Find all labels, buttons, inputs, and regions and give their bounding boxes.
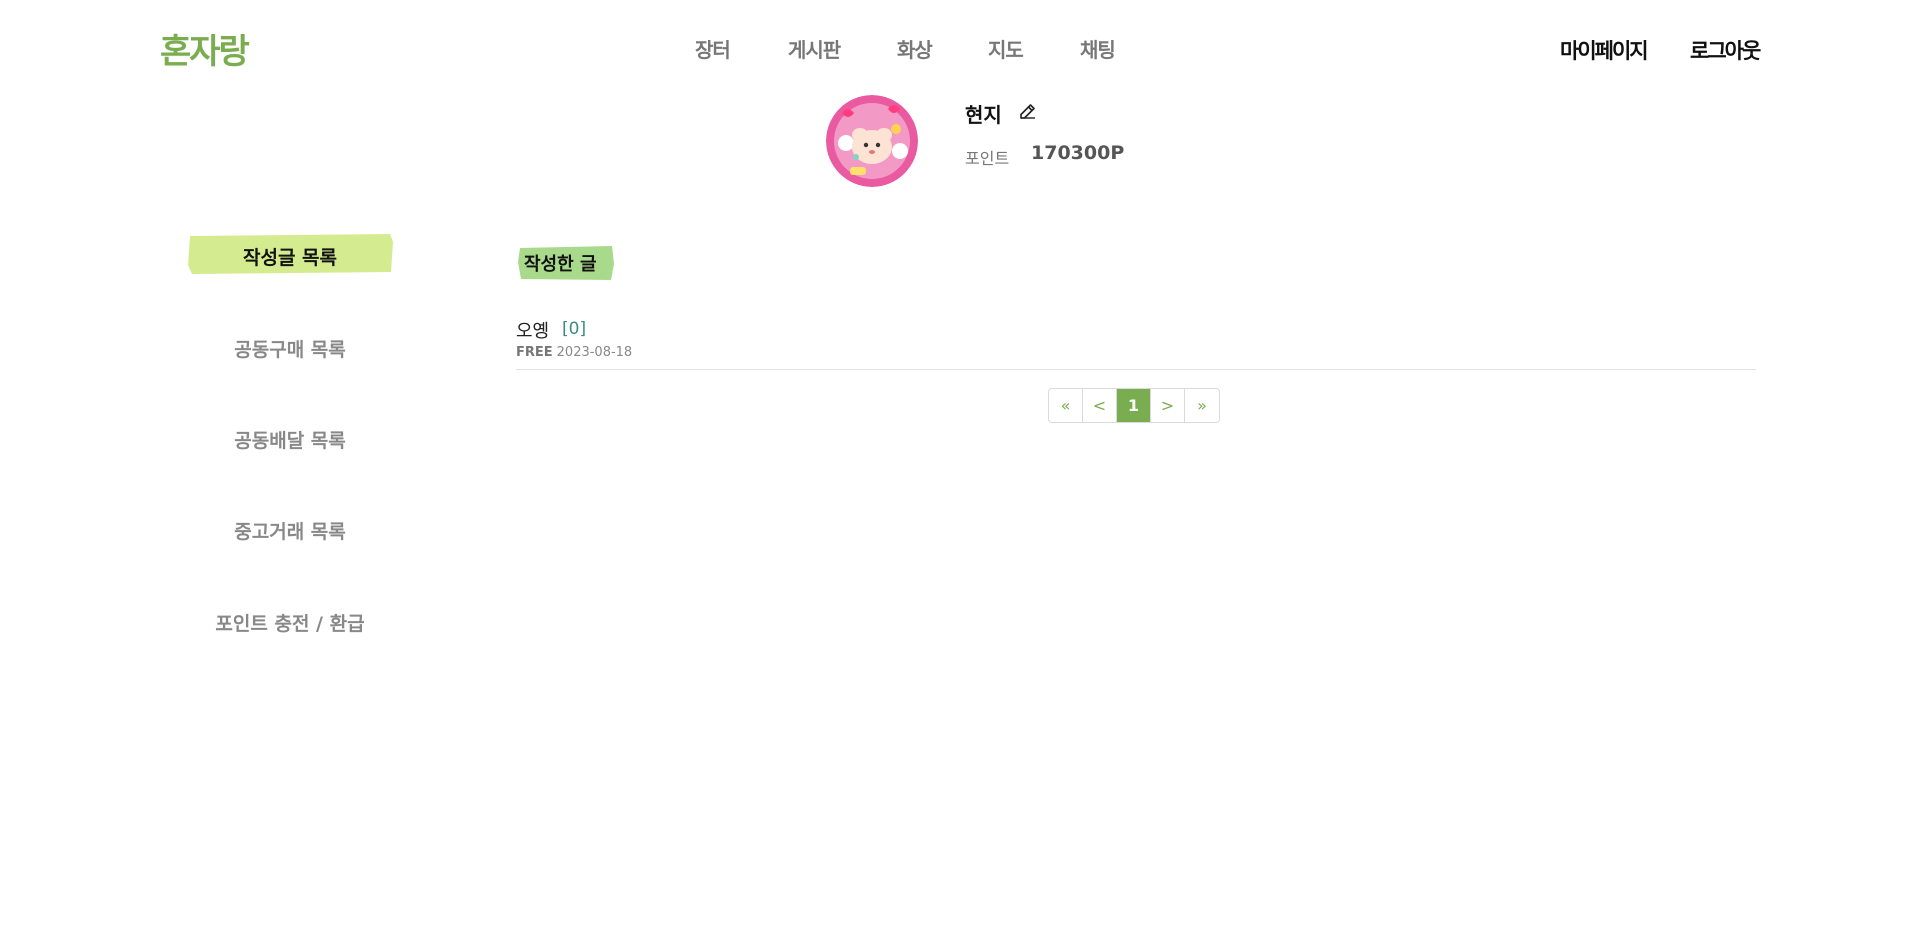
post-category: FREE (516, 345, 553, 360)
profile-avatar[interactable] (826, 95, 918, 187)
logout-link[interactable]: 로그아웃 (1690, 35, 1761, 65)
post-row[interactable]: 오옝 [0] FREE 2023-08-18 (516, 315, 1756, 370)
profile-name: 현지 (965, 103, 1002, 127)
sidebar-item-group-buy[interactable]: 공동구매 목록 (190, 335, 390, 362)
site-logo[interactable]: 혼자랑 (160, 24, 250, 73)
page-last-button[interactable]: » (1185, 389, 1219, 422)
pagination: « < 1 > » (1048, 388, 1220, 423)
sidebar-item-my-posts[interactable]: 작성글 목록 (190, 243, 390, 270)
nav-map[interactable]: 지도 (988, 34, 1024, 63)
avatar-image (826, 95, 918, 187)
point-value: 170300P (1031, 142, 1125, 164)
nav-video[interactable]: 화상 (897, 34, 933, 63)
edit-profile-icon[interactable] (1018, 101, 1038, 121)
page-first-button[interactable]: « (1049, 389, 1083, 422)
mypage-link[interactable]: 마이페이지 (1560, 35, 1649, 65)
sidebar-item-point-charge[interactable]: 포인트 충전 / 환급 (190, 609, 390, 636)
nav-board[interactable]: 게시판 (788, 34, 841, 63)
post-title[interactable]: 오옝 (516, 317, 549, 343)
page-current-button[interactable]: 1 (1117, 389, 1151, 422)
nav-chat[interactable]: 채팅 (1080, 34, 1116, 63)
page-next-button[interactable]: > (1151, 389, 1185, 422)
sidebar-item-group-delivery[interactable]: 공동배달 목록 (190, 426, 390, 453)
page-prev-button[interactable]: < (1083, 389, 1117, 422)
post-date: 2023-08-18 (556, 345, 633, 360)
point-label: 포인트 (965, 149, 1010, 168)
sidebar-item-used-trade[interactable]: 중고거래 목록 (190, 517, 390, 544)
section-title: 작성한 글 (524, 254, 597, 275)
post-comment-count[interactable]: [0] (562, 319, 586, 339)
nav-market[interactable]: 장터 (695, 34, 731, 63)
post-meta: FREE 2023-08-18 (516, 345, 632, 360)
